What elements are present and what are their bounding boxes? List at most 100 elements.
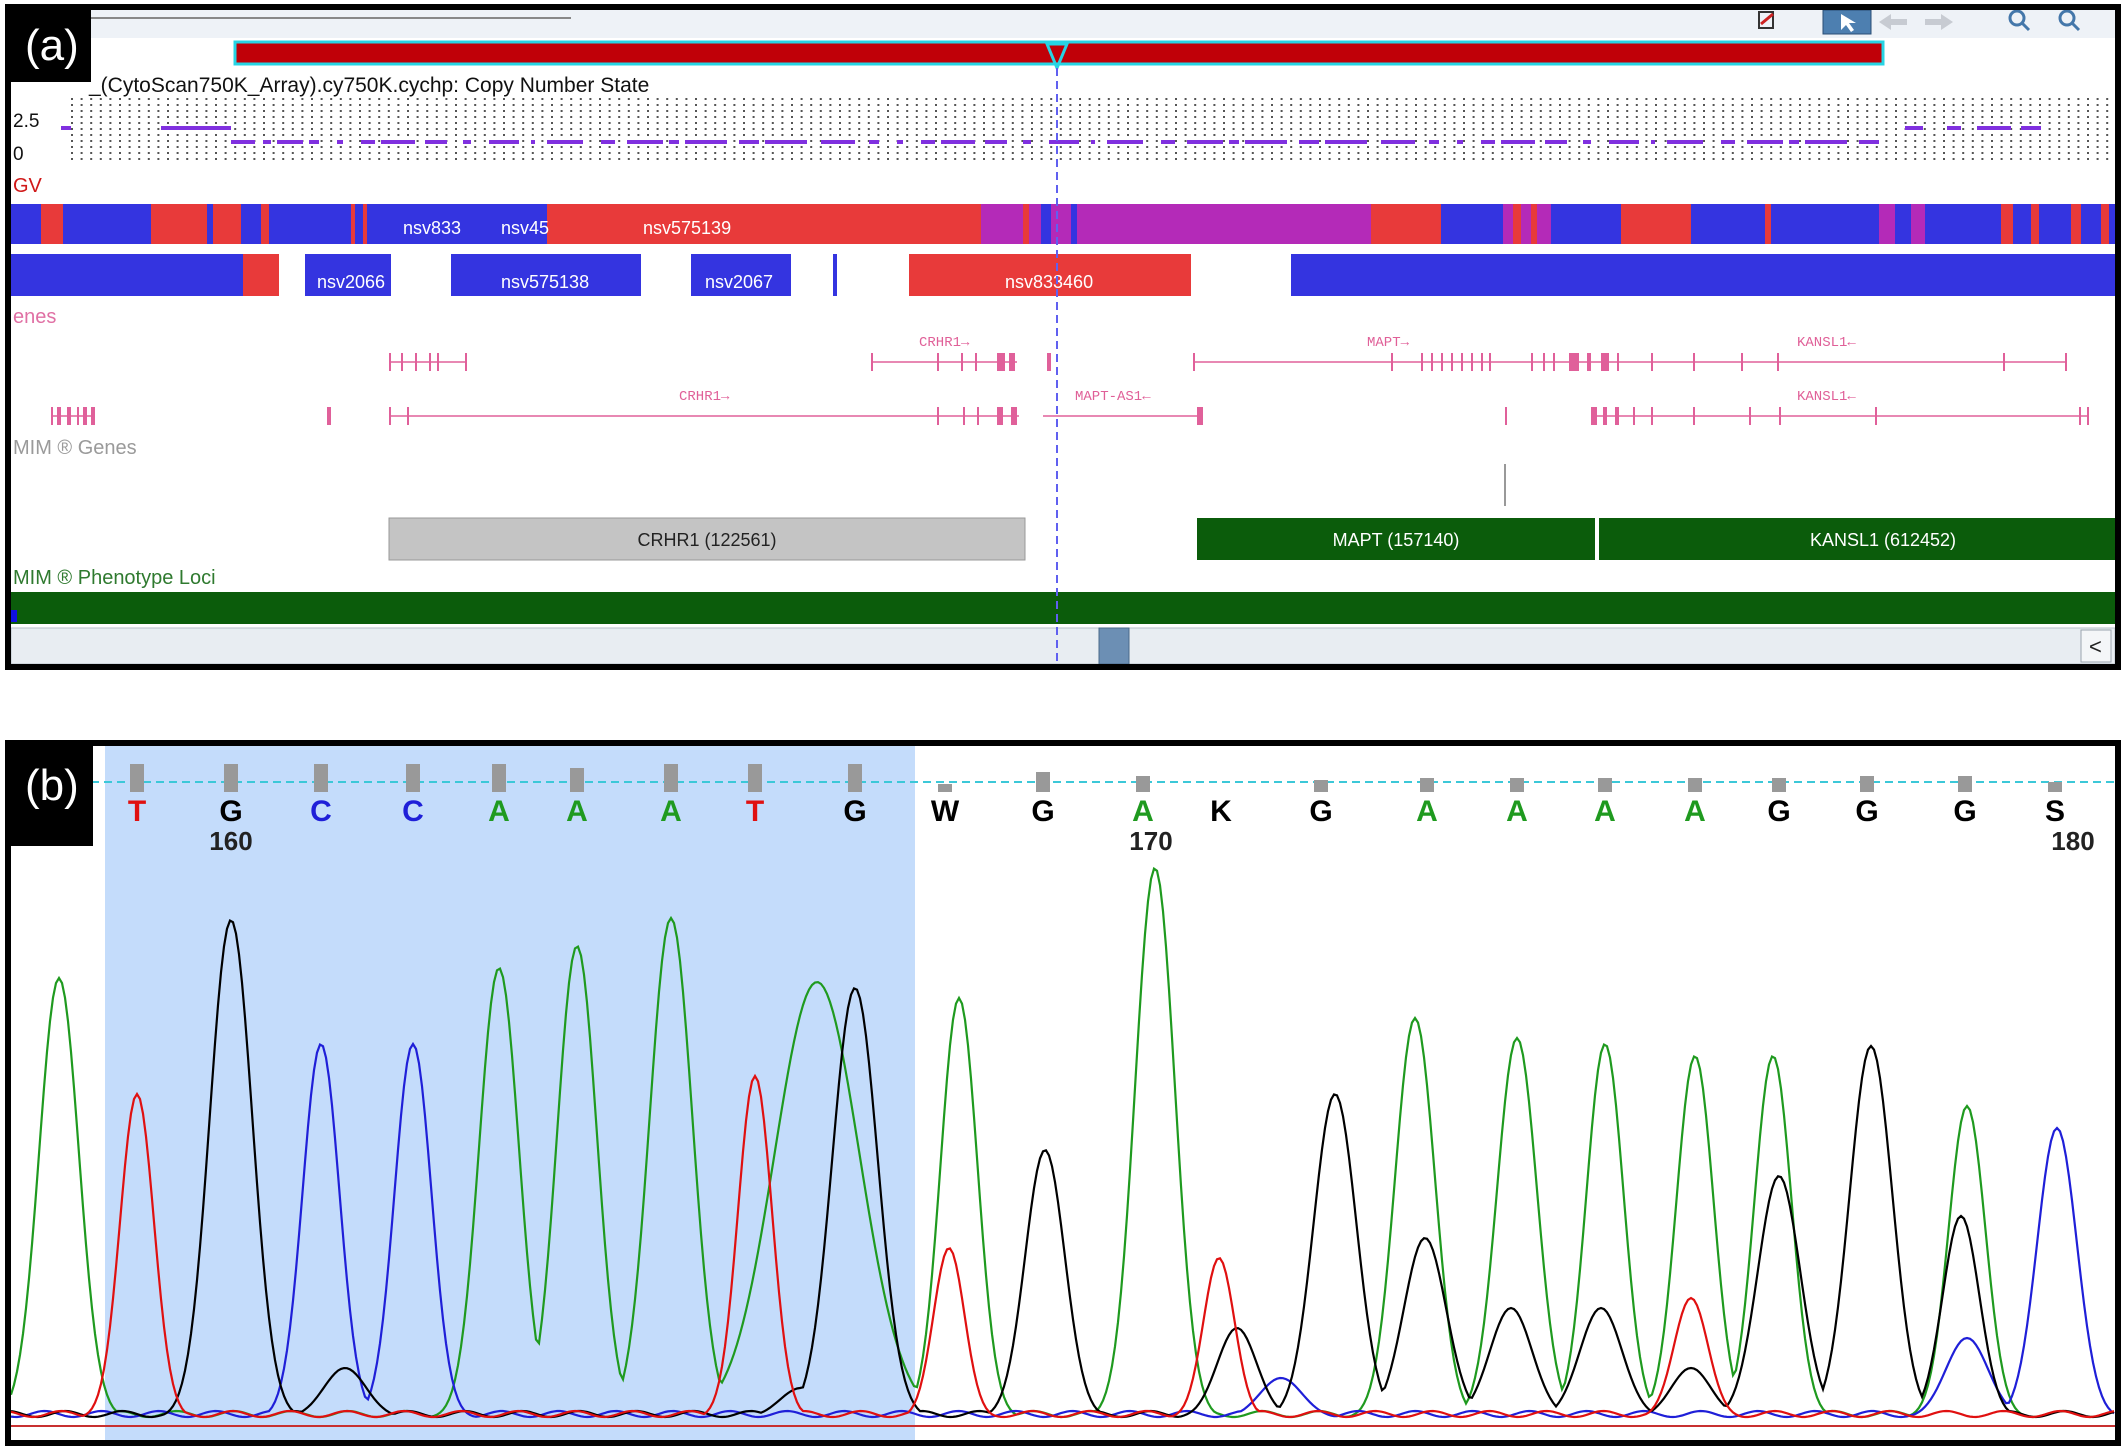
quality-bar <box>130 764 144 792</box>
cn-segment <box>1481 140 1495 144</box>
dgv-block <box>1385 204 1441 244</box>
cnv-browser-view: _(CytoScan750K_Array).cy750K.cychp: Copy… <box>11 10 2115 664</box>
cn-segment <box>1107 140 1143 144</box>
dgv-label-nsv45: nsv45 <box>501 218 549 238</box>
gene-exon <box>1481 353 1483 371</box>
scroll-left-arrow-icon: < <box>2089 634 2102 659</box>
dgv-stripe <box>1041 204 1051 244</box>
gene-exon <box>57 407 61 425</box>
gene-exon <box>871 353 873 371</box>
quality-bar <box>1688 778 1702 792</box>
cn-segment <box>1545 140 1567 144</box>
base-call-c: C <box>310 795 332 828</box>
base-call-g: G <box>1767 795 1790 828</box>
gene-exon <box>1749 407 1751 425</box>
gene-exon <box>1193 353 1195 371</box>
cn-label-upper: 2.5 <box>13 111 39 132</box>
dgv-block <box>745 204 981 244</box>
gene-exon <box>465 353 467 371</box>
panel-a-tag: (a) <box>11 10 91 82</box>
select-tool-button[interactable] <box>1822 10 1872 35</box>
base-call-g: G <box>219 795 242 828</box>
cn-segment <box>985 140 1007 144</box>
gene-exon <box>77 407 79 425</box>
cn-segment <box>685 140 727 144</box>
quality-bar <box>492 764 506 792</box>
cn-segment <box>739 140 759 144</box>
position-label-170: 170 <box>1129 826 1172 856</box>
dgv-label-nsv833460: nsv833460 <box>1005 272 1093 292</box>
dgv-stripe <box>191 204 199 244</box>
cn-segment-high <box>1905 126 1923 130</box>
gene-exon <box>1587 353 1591 371</box>
gene-exon <box>1741 353 1743 371</box>
gene-exon <box>1779 407 1781 425</box>
cn-segment <box>1161 140 1175 144</box>
base-call-g: G <box>1953 795 1976 828</box>
cn-segment <box>765 140 807 144</box>
gene-exon <box>1047 353 1051 371</box>
position-label-180: 180 <box>2051 826 2094 856</box>
cn-segment-high <box>161 126 231 130</box>
horizontal-scrollbar[interactable] <box>11 627 2115 664</box>
gene-exon <box>1777 353 1779 371</box>
cn-segment <box>1023 140 1031 144</box>
dgv-block <box>1503 204 1551 244</box>
gene-label-mapt: MAPT→ <box>1367 335 1410 351</box>
gene-exon <box>1009 353 1015 371</box>
gene-exon <box>415 353 417 371</box>
dgv-label-nsv2067: nsv2067 <box>705 272 773 292</box>
gene-exon <box>1569 353 1579 371</box>
base-call-g: G <box>1855 795 1878 828</box>
base-call-g: G <box>1309 795 1332 828</box>
cn-segment <box>1429 140 1439 144</box>
cn-segment <box>1187 140 1223 144</box>
chromatogram-view: T G C C A A A T G W G A K G A A A A G G G S 160 170 180 <box>11 746 2115 1440</box>
dgv-track-label: GV <box>13 175 43 197</box>
gene-label-kansl1-top: KANSL1← <box>1797 335 1856 351</box>
toolbar-strip <box>11 10 2115 38</box>
quality-bar <box>224 764 238 792</box>
cn-segment <box>381 140 415 144</box>
gene-exon <box>2087 407 2089 425</box>
base-call-a: A <box>566 795 588 828</box>
phenotype-track-label: MIM ® Phenotype Loci <box>13 567 216 589</box>
phenotype-locus-bar[interactable] <box>11 592 2115 624</box>
gene-exon <box>51 407 53 425</box>
cn-segment <box>1325 140 1367 144</box>
cn-dot-grid <box>71 98 2109 160</box>
mim-box-kansl1-label: KANSL1 (612452) <box>1810 530 1956 550</box>
gene-exon <box>1693 353 1695 371</box>
dgv-block <box>1371 204 1385 244</box>
cn-segment <box>489 140 519 144</box>
dgv-row-1 <box>11 204 2115 244</box>
gene-exon <box>1421 353 1423 371</box>
dgv-block <box>243 254 279 296</box>
gene-exon <box>67 407 71 425</box>
dgv-block <box>11 254 243 296</box>
cn-segment-high <box>1947 126 1961 130</box>
dgv-stripe <box>1911 204 1925 244</box>
quality-bar <box>1036 772 1050 792</box>
cn-segment <box>263 140 271 144</box>
cn-segment <box>1245 140 1287 144</box>
cn-segment-high <box>1977 126 2011 130</box>
cn-segment <box>337 140 343 144</box>
cn-segment <box>1457 140 1463 144</box>
gene-exon <box>1693 407 1695 425</box>
quality-bar <box>1136 776 1150 792</box>
gene-exon <box>1489 353 1491 371</box>
panel-b-tag: (b) <box>11 746 93 846</box>
cn-segment <box>601 140 615 144</box>
gene-exon <box>1391 353 1393 371</box>
cn-segment <box>821 140 855 144</box>
gene-exon <box>1601 353 1609 371</box>
base-call-a: A <box>660 795 682 828</box>
dgv-block <box>1551 204 1621 244</box>
scrollbar-thumb[interactable] <box>1098 627 1130 664</box>
position-label-160: 160 <box>209 826 252 856</box>
gene-exon <box>997 407 1003 425</box>
mim-box-crhr1-label: CRHR1 (122561) <box>637 530 776 550</box>
gene-exon <box>975 353 977 371</box>
gene-label-mapt-as1: MAPT-AS1← <box>1075 389 1151 405</box>
